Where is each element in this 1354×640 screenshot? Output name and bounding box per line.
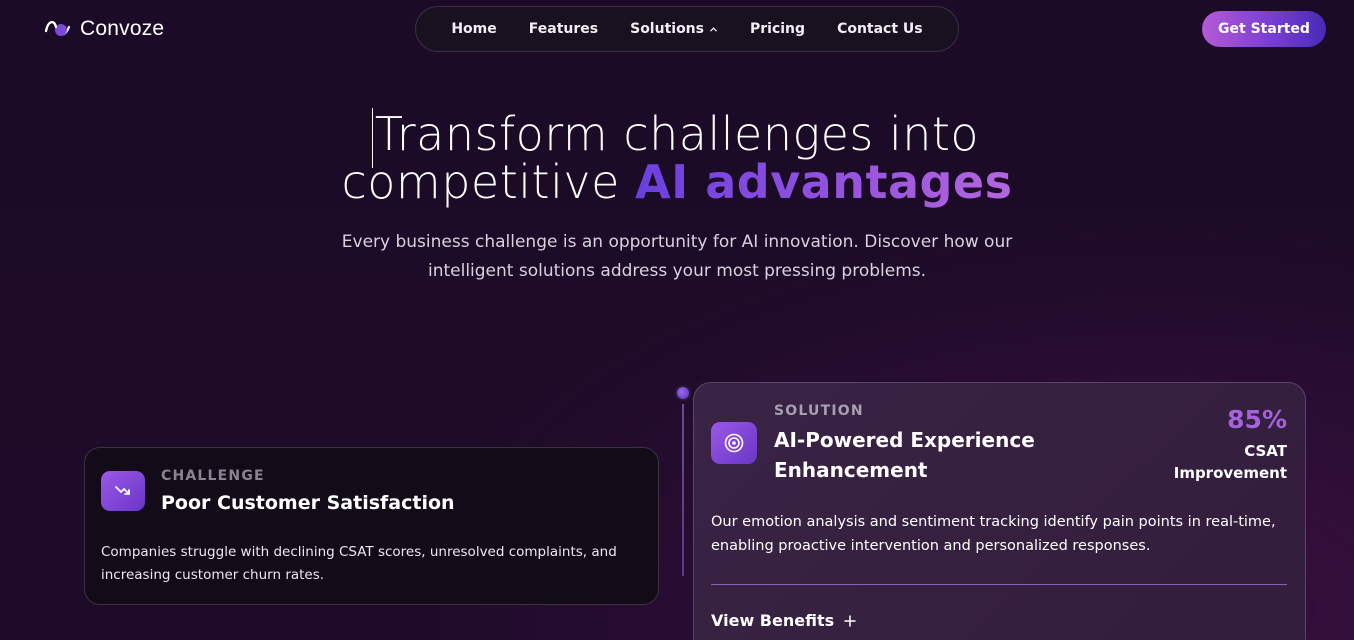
nav-home[interactable]: Home — [451, 21, 496, 37]
challenge-card: CHALLENGE Poor Customer Satisfaction Com… — [84, 447, 659, 605]
nav-contact[interactable]: Contact Us — [837, 21, 923, 37]
get-started-button[interactable]: Get Started — [1202, 11, 1326, 47]
target-icon — [724, 433, 744, 453]
stat-value: 85% — [1227, 405, 1287, 434]
divider — [711, 584, 1287, 585]
chevron-up-icon — [710, 26, 717, 31]
solution-card: SOLUTION AI-Powered Experience Enhanceme… — [693, 382, 1306, 640]
hero-title-accent: AI advantages — [635, 155, 1013, 209]
challenge-body: Companies struggle with declining CSAT s… — [101, 544, 617, 583]
logo-icon — [44, 21, 71, 36]
solution-body: Our emotion analysis and sentiment track… — [711, 514, 1276, 554]
challenge-title: Poor Customer Satisfaction — [161, 492, 455, 514]
nav-solutions-label: Solutions — [630, 21, 704, 37]
timeline-line — [682, 404, 684, 576]
solution-icon-box — [711, 422, 757, 464]
challenge-icon-box — [101, 471, 145, 511]
timeline-dot — [675, 385, 691, 401]
challenge-tag: CHALLENGE — [161, 468, 265, 484]
main-nav: Home Features Solutions Pricing Contact … — [415, 6, 959, 52]
nav-features[interactable]: Features — [529, 21, 598, 37]
hero-title: Transform challenges into competitive AI… — [0, 110, 1354, 206]
hero-title-line1: Transform challenges into — [374, 107, 980, 161]
brand-logo[interactable]: Convoze — [42, 13, 164, 45]
stat-label: CSAT Improvement — [1173, 442, 1287, 482]
solution-tag: SOLUTION — [774, 403, 864, 419]
nav-solutions[interactable]: Solutions — [630, 21, 718, 37]
hero-subtitle: Every business challenge is an opportuni… — [341, 232, 1013, 281]
trending-down-icon — [115, 486, 130, 495]
nav-pricing[interactable]: Pricing — [750, 21, 805, 37]
hero-title-plain: competitive — [341, 155, 620, 209]
plus-icon — [844, 614, 856, 627]
view-benefits-toggle[interactable]: View Benefits — [711, 611, 856, 630]
brand-name: Convoze — [80, 17, 165, 40]
solution-title: AI-Powered Experience Enhancement — [774, 428, 1035, 482]
view-benefits-label: View Benefits — [711, 611, 835, 630]
